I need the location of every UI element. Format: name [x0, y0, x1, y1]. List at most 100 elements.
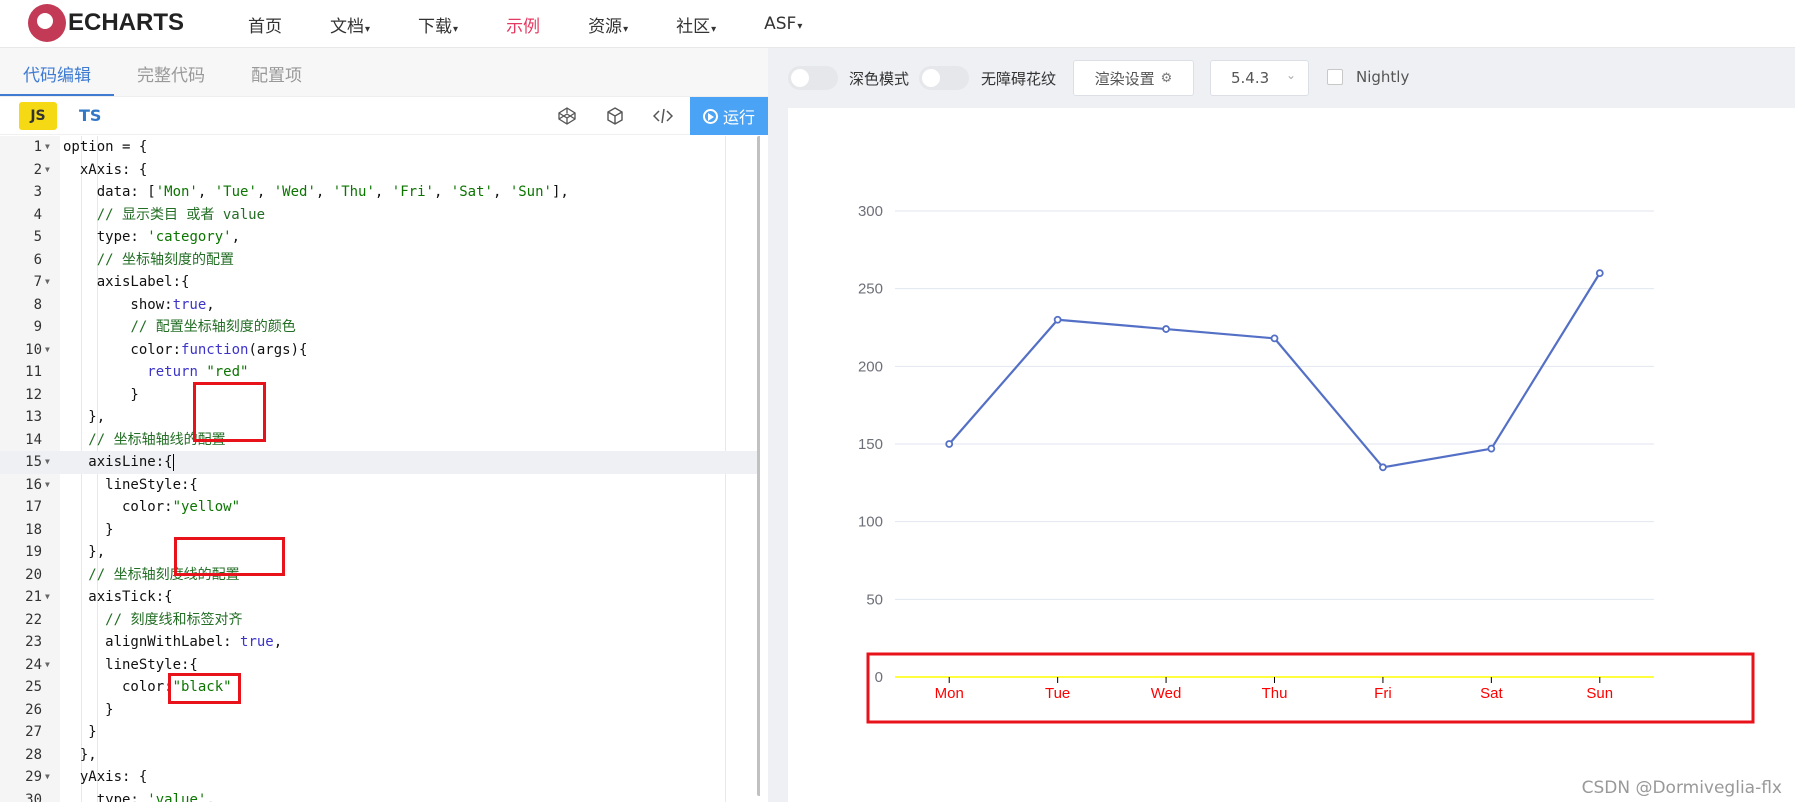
line-number: 10: [25, 341, 42, 358]
caret-down-icon: ▾: [365, 23, 371, 35]
fold-caret-icon[interactable]: ▼: [45, 159, 50, 182]
tab-config[interactable]: 配置项: [228, 61, 325, 96]
code-text: axisLine:{: [63, 453, 174, 471]
code-line[interactable]: 24 ▼ lineStyle:{: [0, 654, 760, 677]
code-line[interactable]: 6 // 坐标轴刻度的配置: [0, 249, 760, 272]
editor-scrollbar[interactable]: [757, 136, 760, 796]
code-line[interactable]: 28 },: [0, 744, 760, 767]
code-line[interactable]: 29 ▼ yAxis: {: [0, 766, 760, 789]
line-number: 30: [25, 791, 42, 803]
x-tick-label: Sat: [1480, 685, 1503, 702]
code-line[interactable]: 27 }: [0, 721, 760, 744]
caret-down-icon: ▾: [623, 23, 629, 35]
preview-panel: 深色模式 无障碍花纹 渲染设置 ⚙ 5.4.3 ⌄ Nightly 0 50 100…: [768, 48, 1795, 802]
code-line[interactable]: 26 }: [0, 699, 760, 722]
code-line[interactable]: 8 show:true,: [0, 294, 760, 317]
codepen-icon[interactable]: [556, 105, 578, 127]
line-number: 20: [25, 566, 42, 583]
series-line: [948, 272, 1601, 469]
code-line[interactable]: 7 ▼ axisLabel:{: [0, 271, 760, 294]
run-button[interactable]: 运行: [690, 97, 768, 135]
data-point: [945, 440, 954, 448]
line-number: 22: [25, 611, 42, 628]
line-number: 1: [33, 139, 42, 155]
data-point: [1162, 325, 1170, 333]
code-line[interactable]: 16 ▼ lineStyle:{: [0, 474, 760, 497]
code-text: },: [63, 746, 97, 763]
code-line[interactable]: 15 ▼ axisLine:{: [0, 451, 760, 474]
fold-caret-icon[interactable]: ▼: [45, 339, 50, 362]
line-chart: 0 50 100 150 200 250 300 Mon Tue Wed Thu Fri Sat Sun: [858, 203, 1755, 724]
code-line[interactable]: 23 alignWithLabel: true,: [0, 631, 760, 654]
code-line[interactable]: 1 ▼ option = {: [0, 136, 760, 159]
code-text: xAxis: {: [63, 161, 148, 178]
code-line[interactable]: 11 return "red": [0, 361, 760, 384]
code-line[interactable]: 2 ▼ xAxis: {: [0, 159, 760, 182]
line-number: 8: [33, 296, 42, 313]
echarts-logo[interactable]: ECHARTS: [28, 3, 184, 43]
dark-mode-toggle[interactable]: [788, 66, 838, 90]
code-text: // 刻度线和标签对齐: [105, 611, 243, 628]
code-line[interactable]: 4 // 显示类目 或者 value: [0, 204, 760, 227]
lang-ts-button[interactable]: TS: [79, 106, 101, 125]
nav-resources[interactable]: 资源▾: [588, 12, 628, 37]
nav-examples[interactable]: 示例: [506, 12, 540, 37]
fold-caret-icon[interactable]: ▼: [45, 766, 50, 789]
code-text: type: 'value',: [63, 791, 215, 803]
fold-caret-icon[interactable]: ▼: [45, 451, 50, 474]
y-tick-label: 0: [875, 669, 883, 686]
tab-full-code[interactable]: 完整代码: [114, 61, 228, 96]
nightly-label: Nightly: [1356, 68, 1410, 86]
code-icon[interactable]: [652, 105, 674, 127]
dark-mode-label: 深色模式: [849, 70, 910, 88]
nav-asf[interactable]: ASF▾: [764, 14, 802, 34]
code-line[interactable]: 18 }: [0, 519, 760, 542]
codesandbox-icon[interactable]: [604, 105, 626, 127]
code-text: alignWithLabel: true,: [63, 634, 283, 650]
code-line[interactable]: 5 type: 'category',: [0, 226, 760, 249]
code-line[interactable]: 13 },: [0, 406, 760, 429]
code-line[interactable]: 22 // 刻度线和标签对齐: [0, 609, 760, 632]
x-tick-label: Mon: [935, 685, 964, 702]
line-number: 9: [33, 319, 42, 335]
nightly-checkbox[interactable]: [1327, 69, 1343, 85]
nav-home[interactable]: 首页: [248, 12, 282, 37]
line-number: 3: [33, 184, 42, 200]
nav-download[interactable]: 下载▾: [418, 12, 458, 37]
code-line[interactable]: 17 color:"yellow": [0, 496, 760, 519]
line-number: 6: [33, 251, 42, 268]
fold-caret-icon[interactable]: ▼: [45, 271, 50, 294]
fold-caret-icon[interactable]: ▼: [45, 474, 50, 497]
caret-down-icon: ▾: [453, 23, 459, 35]
line-number: 29: [25, 769, 42, 785]
code-line[interactable]: 10 ▼ color:function(args){: [0, 339, 760, 362]
code-line[interactable]: 14 // 坐标轴轴线的配置: [0, 429, 760, 452]
code-editor[interactable]: 1 ▼ option = {2 ▼ xAxis: {3 data: ['Mon', '…: [0, 136, 760, 802]
version-select[interactable]: 5.4.3 ⌄: [1210, 60, 1309, 96]
code-line[interactable]: 21 ▼ axisTick:{: [0, 586, 760, 609]
fold-caret-icon[interactable]: ▼: [45, 586, 50, 609]
code-line[interactable]: 20 // 坐标轴刻度线的配置: [0, 564, 760, 587]
code-line[interactable]: 25 color:"black": [0, 676, 760, 699]
code-line[interactable]: 12 }: [0, 384, 760, 407]
data-point: [1595, 269, 1604, 278]
accessibility-toggle[interactable]: [919, 66, 969, 90]
code-line[interactable]: 19 },: [0, 541, 760, 564]
code-line[interactable]: 9 // 配置坐标轴刻度的颜色: [0, 316, 760, 339]
fold-caret-icon[interactable]: ▼: [45, 136, 50, 159]
code-line[interactable]: 3 data: ['Mon', 'Tue', 'Wed', 'Thu', 'Fr…: [0, 181, 760, 204]
nav-docs[interactable]: 文档▾: [330, 12, 370, 37]
line-number: 23: [25, 634, 42, 650]
render-settings-button[interactable]: 渲染设置 ⚙: [1073, 60, 1194, 96]
code-text: },: [63, 409, 106, 425]
code-line[interactable]: 30 type: 'value',: [0, 789, 760, 803]
tab-code-edit[interactable]: 代码编辑: [0, 61, 114, 96]
lang-js-button[interactable]: JS: [19, 101, 57, 130]
code-text: lineStyle:{: [63, 476, 198, 493]
nav-community[interactable]: 社区▾: [676, 12, 716, 37]
code-text: },: [63, 544, 106, 560]
data-point: [1487, 444, 1496, 453]
code-text: // 显示类目 或者 value: [96, 206, 266, 223]
code-text: }: [63, 724, 97, 740]
fold-caret-icon[interactable]: ▼: [45, 654, 50, 677]
